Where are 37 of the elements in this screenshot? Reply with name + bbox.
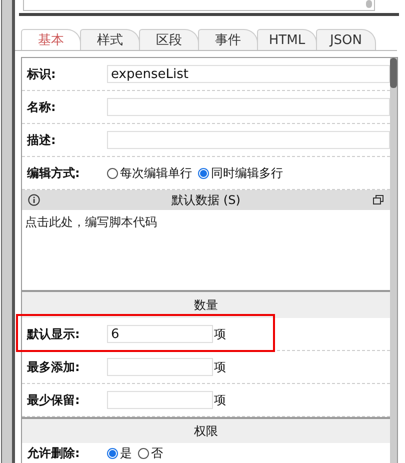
field-label: 最多添加: — [27, 358, 81, 376]
field-label: 允许删除: — [27, 444, 81, 462]
tab[interactable]: 事件 — [198, 29, 258, 50]
scrollbar-thumb[interactable] — [366, 0, 372, 8]
tab[interactable]: 基本 — [21, 29, 81, 50]
radio-option[interactable]: 是 — [107, 444, 132, 462]
info-icon[interactable] — [28, 194, 40, 206]
section-title: 权限 — [194, 422, 218, 440]
radio-option[interactable]: 同时编辑多行 — [198, 164, 283, 182]
section-title: 默认数据 (S) — [172, 192, 240, 208]
tab[interactable]: 样式 — [80, 29, 140, 50]
tab[interactable]: HTML — [257, 29, 317, 50]
editor-placeholder: 点击此处，编写脚本代码 — [25, 215, 157, 229]
field-label: 名称: — [27, 98, 57, 116]
field-label: 最少保留: — [27, 392, 81, 408]
tab[interactable]: 区段 — [139, 29, 199, 50]
restore-icon[interactable] — [373, 195, 384, 205]
field-label: 描述: — [27, 132, 57, 148]
unit-label: 项 — [214, 392, 226, 408]
scrollbar-thumb[interactable] — [390, 58, 397, 88]
field-label: 编辑方式: — [27, 164, 81, 182]
field-label: 标识: — [27, 66, 57, 82]
field-label: 默认显示: — [27, 326, 81, 342]
splitter-bar[interactable] — [1, 0, 15, 463]
code-editor[interactable]: 点击此处，编写脚本代码 — [22, 210, 390, 290]
unit-label: 项 — [214, 326, 226, 342]
radio-option[interactable]: 否 — [138, 444, 163, 462]
text-field[interactable]: expenseList — [107, 65, 390, 83]
unit-label: 项 — [214, 358, 226, 376]
radio-option[interactable]: 每次编辑单行 — [107, 164, 192, 182]
number-field[interactable]: 6 — [107, 325, 213, 343]
text-field[interactable] — [107, 98, 390, 116]
section-title: 数量 — [194, 296, 218, 314]
tab[interactable]: JSON — [316, 29, 376, 50]
number-field[interactable] — [107, 358, 213, 376]
text-field[interactable] — [107, 131, 390, 149]
number-field[interactable] — [107, 391, 213, 409]
